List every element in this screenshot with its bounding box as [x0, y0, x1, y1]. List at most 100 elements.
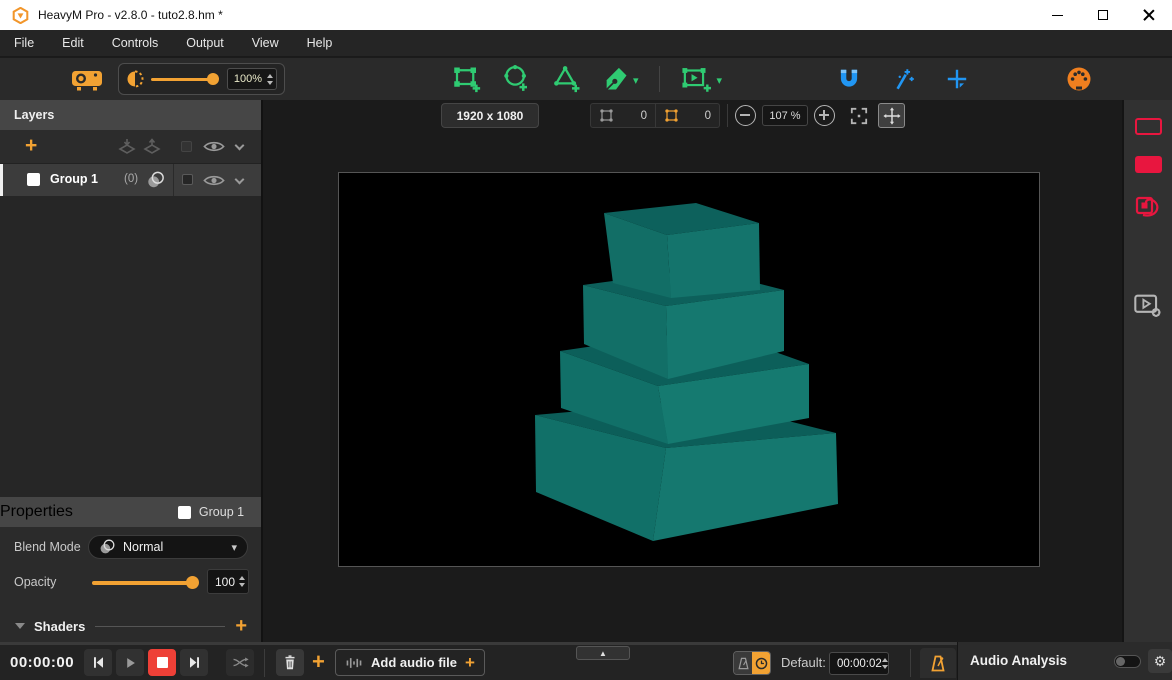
default-duration-value: 00:00:02 [837, 658, 882, 670]
blend-mode-dropdown[interactable]: Normal ▾ [88, 535, 248, 559]
zoom-in-button[interactable] [814, 105, 835, 126]
projection-stage[interactable] [338, 172, 1040, 567]
maximize-button[interactable] [1080, 0, 1126, 30]
canvas-area[interactable]: 1920 x 1080 0 0 [265, 100, 1120, 642]
app-logo-icon [12, 7, 29, 24]
blend-mode-icon[interactable] [146, 171, 165, 189]
helper-tools [836, 58, 970, 100]
opacity-value-field[interactable]: 100 [207, 569, 249, 594]
quad-orange-icon [664, 108, 679, 123]
app-window: HeavyM Pro - v2.8.0 - tuto2.8.hm * File … [0, 0, 1172, 680]
zoom-out-button[interactable] [735, 105, 756, 126]
clock-icon [755, 657, 768, 670]
menu-edit[interactable]: Edit [48, 30, 98, 57]
quad-fill-mode-icon[interactable] [1135, 156, 1162, 173]
zoom-value-field[interactable]: 107 % [762, 105, 808, 126]
skip-end-button[interactable] [180, 649, 208, 676]
group-collapse-chevron[interactable] [235, 175, 245, 185]
time-mode-button[interactable] [752, 652, 770, 674]
audio-analysis-toggle[interactable] [1114, 655, 1141, 668]
brightness-slider[interactable] [151, 72, 217, 86]
pen-tool-button[interactable] [602, 64, 630, 94]
menu-controls[interactable]: Controls [98, 30, 173, 57]
quad-outline-mode-icon[interactable] [1135, 118, 1162, 135]
close-button[interactable] [1126, 0, 1172, 30]
move-layer-up-icon[interactable] [142, 138, 162, 156]
group-eye-icon[interactable] [203, 173, 225, 188]
outline-effects-icon[interactable] [1133, 190, 1163, 220]
add-triangle-button[interactable] [552, 64, 582, 94]
beat-mode-button[interactable] [734, 652, 752, 674]
brightness-stepper[interactable] [267, 74, 273, 85]
pan-tool-button[interactable] [878, 103, 905, 128]
layers-toolbar: + [0, 130, 261, 164]
shuffle-icon [232, 655, 249, 670]
add-sequence-button[interactable]: + [312, 649, 325, 675]
skip-start-button[interactable] [84, 649, 112, 676]
play-button[interactable] [116, 649, 144, 676]
move-layer-down-icon[interactable] [117, 138, 137, 156]
quad-counter-selected: 0 [655, 104, 719, 127]
layer-solo-toggle[interactable] [181, 141, 192, 152]
trash-icon [283, 655, 297, 670]
magnet-icon[interactable] [836, 66, 862, 92]
midi-icon[interactable] [1066, 66, 1092, 92]
visibility-eye-icon[interactable] [203, 139, 225, 154]
brightness-icon [126, 70, 144, 88]
opacity-slider[interactable] [92, 576, 196, 590]
opacity-stepper[interactable] [239, 576, 245, 587]
left-panel: Layers + Group 1 (0) [0, 100, 263, 642]
add-player-button[interactable] [680, 64, 714, 94]
opacity-slider-knob[interactable] [186, 576, 199, 589]
add-audio-plus-icon: + [465, 653, 475, 673]
default-duration-label: Default: [781, 645, 826, 680]
add-audio-file-button[interactable]: Add audio file + [335, 649, 485, 676]
add-shader-button[interactable]: + [235, 615, 247, 638]
minimize-button[interactable] [1034, 0, 1080, 30]
shaders-label: Shaders [34, 619, 85, 634]
properties-title: Properties [0, 503, 73, 521]
toolbar-separator [659, 66, 660, 92]
player-settings-icon[interactable] [1133, 292, 1163, 319]
menu-view[interactable]: View [238, 30, 293, 57]
projector-icon[interactable] [70, 66, 104, 93]
bottom-bar: 00:00:00 [0, 642, 1172, 680]
shaders-collapse-icon[interactable] [15, 623, 25, 629]
properties-body: Blend Mode Normal ▾ Opacity 100 [0, 527, 261, 642]
center-cross-icon[interactable] [944, 66, 970, 92]
group-solo-toggle[interactable] [182, 174, 193, 185]
menu-output[interactable]: Output [172, 30, 238, 57]
layer-group-row[interactable]: Group 1 (0) [0, 164, 261, 196]
audio-analysis-settings-button[interactable]: ⚙ [1148, 649, 1172, 673]
metronome-tab-button[interactable] [920, 648, 956, 678]
add-layer-button[interactable]: + [25, 134, 37, 158]
scene-object-cake[interactable] [339, 173, 1041, 568]
menu-help[interactable]: Help [293, 30, 347, 57]
waveform-icon [345, 655, 363, 671]
opacity-label: Opacity [14, 575, 56, 589]
default-duration-field[interactable]: 00:00:02 [829, 652, 889, 675]
stop-button[interactable] [148, 649, 176, 676]
fit-view-button[interactable] [845, 103, 872, 128]
pen-tool-caret[interactable]: ▾ [633, 74, 639, 94]
blend-mode-caret: ▾ [231, 541, 237, 554]
add-audio-file-label: Add audio file [371, 655, 457, 670]
magic-wand-icon[interactable] [890, 66, 916, 92]
timing-separator [910, 649, 911, 677]
add-ellipse-button[interactable] [502, 64, 532, 94]
brightness-value-field[interactable]: 100% [227, 68, 277, 90]
delete-sequence-button[interactable] [276, 649, 304, 676]
menu-file[interactable]: File [0, 30, 48, 57]
quad-counter-total: 0 [591, 104, 655, 127]
layers-collapse-chevron[interactable] [235, 141, 245, 151]
expand-timeline-tab[interactable]: ▲ [576, 646, 630, 660]
group-checkbox[interactable] [27, 173, 40, 186]
shuffle-button[interactable] [226, 649, 254, 676]
brightness-slider-knob[interactable] [207, 73, 219, 85]
canvas-controls: 0 0 107 % [590, 103, 905, 128]
add-player-caret[interactable]: ▾ [717, 74, 723, 94]
quad-count-total: 0 [641, 110, 647, 122]
blend-mode-value: Normal [123, 540, 163, 554]
add-quad-button[interactable] [452, 64, 482, 94]
duration-stepper[interactable] [882, 658, 888, 669]
